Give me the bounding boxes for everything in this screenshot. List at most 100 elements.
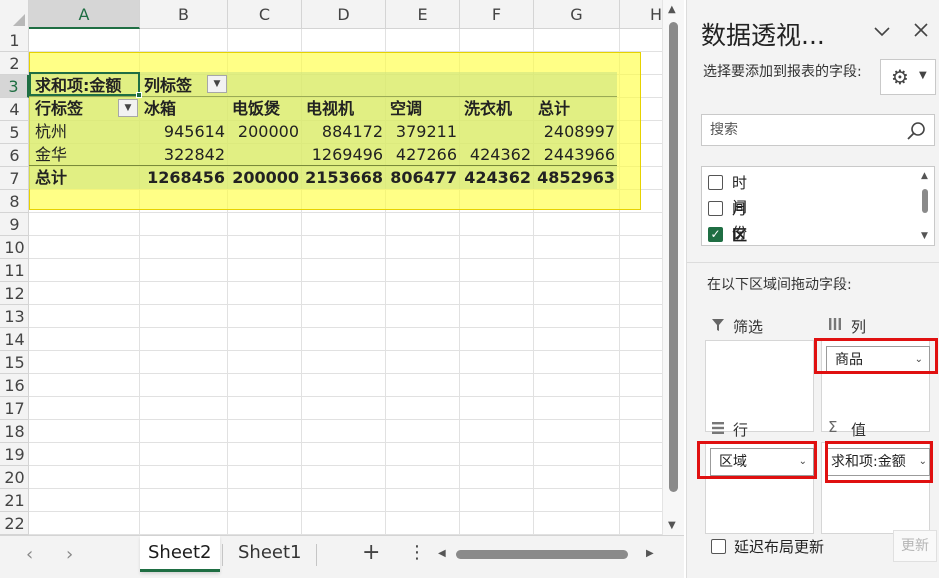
row-header[interactable]: 13 — [0, 305, 29, 328]
more-sheets-icon[interactable]: ⋮ — [408, 542, 426, 563]
tab-separator — [316, 544, 317, 566]
row-header[interactable]: 5 — [0, 121, 29, 144]
field-checkbox[interactable] — [708, 175, 723, 190]
scroll-up-icon[interactable]: ▲ — [668, 4, 676, 15]
row-header[interactable]: 11 — [0, 259, 29, 282]
pivot-total-cell[interactable]: 4852963 — [534, 166, 615, 189]
next-sheet-icon[interactable]: › — [66, 544, 73, 565]
scroll-down-icon[interactable]: ▼ — [921, 231, 928, 241]
pivot-header-cell[interactable]: 总计 — [538, 97, 570, 120]
pivot-field-pane: 数据透视... 选择要添加到报表的字段: ⚙ ▼ 时间 月份 ✓ 区域 ▲ — [686, 0, 939, 578]
update-button[interactable]: 更新 — [893, 530, 937, 562]
row-header[interactable]: 22 — [0, 512, 29, 535]
select-all-corner[interactable] — [0, 0, 29, 29]
column-header-b[interactable]: B — [140, 0, 228, 29]
pivot-value-cell[interactable]: 1269496 — [302, 143, 383, 166]
pivot-value-cell[interactable]: 884172 — [302, 120, 383, 143]
row-header[interactable]: 21 — [0, 489, 29, 512]
fill-handle[interactable] — [136, 92, 142, 98]
row-header[interactable]: 18 — [0, 420, 29, 443]
column-header-d[interactable]: D — [302, 0, 386, 29]
row-header[interactable]: 15 — [0, 351, 29, 374]
column-header-h[interactable]: H — [620, 0, 662, 29]
row-header[interactable]: 8 — [0, 190, 29, 213]
row-label-filter-button[interactable]: ▼ — [118, 99, 138, 117]
field-search-box[interactable] — [701, 114, 935, 146]
row-header[interactable]: 10 — [0, 236, 29, 259]
vertical-scrollbar[interactable]: ▲ ▼ — [662, 0, 684, 535]
scroll-right-icon[interactable]: ▶ — [646, 546, 654, 562]
pivot-value-cell[interactable]: 427266 — [386, 143, 457, 166]
filter-area-label: 筛选 — [733, 318, 764, 336]
horizontal-scroll-thumb[interactable] — [456, 550, 628, 559]
add-sheet-button[interactable]: + — [362, 540, 380, 565]
row-header[interactable]: 7 — [0, 167, 29, 190]
column-header-g[interactable]: G — [534, 0, 620, 29]
pivot-total-cell[interactable]: 424362 — [460, 166, 531, 189]
horizontal-scrollbar[interactable]: ◀ ▶ — [436, 546, 662, 562]
column-header-c[interactable]: C — [228, 0, 302, 29]
field-checkbox[interactable] — [708, 201, 723, 216]
field-list-scroll-thumb[interactable] — [922, 189, 928, 213]
prev-sheet-icon[interactable]: ‹ — [26, 544, 33, 565]
column-header-f[interactable]: F — [460, 0, 534, 29]
pivot-total-cell[interactable]: 1268456 — [140, 166, 225, 189]
pivot-value-cell[interactable]: 2408997 — [534, 120, 615, 143]
pivot-value-cell[interactable]: 200000 — [228, 120, 299, 143]
field-search-input[interactable] — [702, 115, 892, 145]
pivot-value-cell[interactable]: 424362 — [460, 143, 531, 166]
column-header-e[interactable]: E — [386, 0, 460, 29]
row-header[interactable]: 19 — [0, 443, 29, 466]
spreadsheet-grid[interactable]: A B C D E F G H 1 2 3 4 5 6 7 8 9 10 11 12 13 14 15 16 1… — [0, 0, 662, 535]
pivot-header-cell[interactable]: 电视机 — [306, 97, 354, 120]
row-header[interactable]: 6 — [0, 144, 29, 167]
pivot-column-label[interactable]: 列标签 — [144, 74, 192, 97]
pivot-value-cell[interactable]: 379211 — [386, 120, 457, 143]
pivot-total-cell[interactable]: 806477 — [386, 166, 457, 189]
pivot-row-label[interactable]: 行标签 — [35, 97, 83, 120]
pivot-header-cell[interactable]: 洗衣机 — [464, 97, 512, 120]
field-list-scrollbar[interactable]: ▲ ▼ — [916, 167, 934, 245]
pivot-value-cell[interactable] — [228, 143, 299, 166]
column-header-a[interactable]: A — [29, 0, 140, 29]
row-header[interactable]: 16 — [0, 374, 29, 397]
row-header[interactable]: 12 — [0, 282, 29, 305]
defer-update-checkbox[interactable] — [711, 539, 726, 554]
tab-sheet1[interactable]: Sheet1 — [230, 536, 310, 572]
row-header[interactable]: 17 — [0, 397, 29, 420]
row-header[interactable]: 20 — [0, 466, 29, 489]
pivot-total-cell[interactable]: 2153668 — [302, 166, 383, 189]
pivot-header-cell[interactable]: 冰箱 — [144, 97, 176, 120]
scroll-down-icon[interactable]: ▼ — [668, 520, 676, 531]
row-header[interactable]: 1 — [0, 29, 29, 52]
pivot-value-cell[interactable]: 2443966 — [534, 143, 615, 166]
row-header[interactable]: 3 — [0, 75, 29, 98]
pivot-total-cell[interactable]: 200000 — [228, 166, 299, 189]
scroll-left-icon[interactable]: ◀ — [438, 546, 446, 562]
tab-sheet2[interactable]: Sheet2 — [140, 536, 220, 572]
column-label-filter-button[interactable]: ▼ — [207, 75, 227, 93]
pivot-value-cell[interactable]: 322842 — [140, 143, 225, 166]
grid-row-line — [29, 281, 662, 282]
field-settings-button[interactable]: ⚙ ▼ — [880, 59, 936, 95]
row-header[interactable]: 14 — [0, 328, 29, 351]
field-checkbox-checked[interactable]: ✓ — [708, 227, 723, 242]
pivot-row-label-cell[interactable]: 金华 — [35, 143, 67, 166]
filter-drop-area[interactable] — [705, 340, 814, 432]
pivot-header-cell[interactable]: 空调 — [390, 97, 422, 120]
row-header[interactable]: 4 — [0, 98, 29, 121]
pivot-value-label[interactable]: 求和项:金额 — [35, 74, 121, 97]
pivot-header-cell[interactable]: 电饭煲 — [232, 97, 280, 120]
pivot-total-label[interactable]: 总计 — [35, 166, 67, 189]
row-header[interactable]: 9 — [0, 213, 29, 236]
row-header[interactable]: 2 — [0, 52, 29, 75]
pivot-value-cell[interactable]: 945614 — [140, 120, 225, 143]
search-icon[interactable] — [906, 121, 926, 141]
field-list[interactable]: 时间 月份 ✓ 区域 ▲ ▼ — [701, 166, 935, 246]
vertical-scroll-thumb[interactable] — [669, 22, 678, 492]
pivot-row-label-cell[interactable]: 杭州 — [35, 120, 67, 143]
close-icon[interactable] — [913, 22, 929, 43]
scroll-up-icon[interactable]: ▲ — [921, 171, 928, 181]
pivot-value-cell[interactable] — [460, 120, 531, 143]
chevron-down-icon[interactable] — [873, 24, 891, 42]
